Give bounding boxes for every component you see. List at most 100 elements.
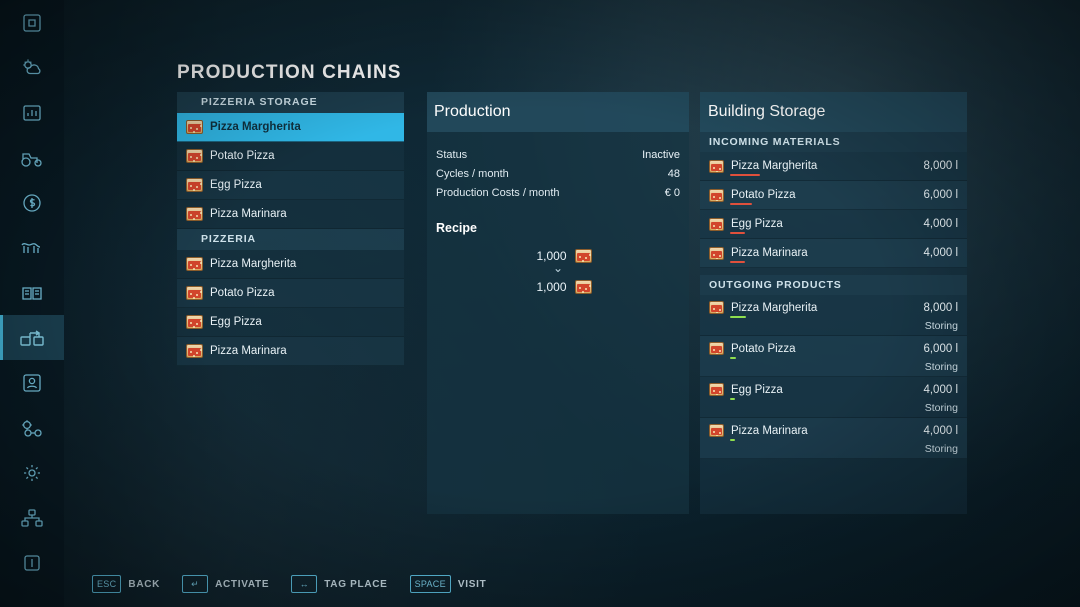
sidebar-item-production-chains[interactable] — [0, 315, 64, 360]
ai-workers-icon[interactable] — [0, 360, 64, 405]
hint-activate-label: ACTIVATE — [215, 579, 269, 590]
hint-activate[interactable]: ↵ ACTIVATE — [182, 575, 269, 593]
group-header-pizzeria: PIZZERIA — [177, 229, 404, 250]
production-costs-label: Production Costs / month — [436, 184, 560, 203]
pizza-icon — [186, 344, 203, 358]
hint-tag-place[interactable]: ↔ TAG PLACE — [291, 575, 387, 593]
list-item-label: Potato Pizza — [210, 287, 275, 299]
fill-bar — [730, 232, 745, 234]
outgoing-name: Pizza Margherita — [731, 302, 916, 314]
list-item[interactable]: Pizza Marinara — [177, 200, 404, 229]
list-item[interactable]: Egg Pizza — [177, 171, 404, 200]
vehicle-settings-icon[interactable] — [0, 405, 64, 450]
fill-bar — [730, 261, 745, 263]
pizza-icon — [186, 286, 203, 300]
recipe-output-amount: 1,000 — [525, 280, 567, 294]
game-settings-icon[interactable] — [0, 450, 64, 495]
production-costs-value: € 0 — [665, 184, 680, 203]
key-arrows: ↔ — [291, 575, 317, 593]
pizza-icon — [575, 249, 592, 263]
chevron-down-icon: ⌄ — [427, 263, 689, 273]
list-item[interactable]: Pizza Margherita — [177, 250, 404, 279]
outgoing-name: Egg Pizza — [731, 384, 916, 396]
pizza-icon — [709, 301, 724, 314]
key-space: SPACE — [410, 575, 451, 593]
pizza-icon — [575, 280, 592, 294]
inventory-name: Egg Pizza — [731, 218, 916, 230]
production-panel-title: Production — [427, 92, 689, 132]
pizza-icon — [709, 189, 724, 202]
pizza-icon — [186, 207, 203, 221]
outgoing-name: Pizza Marinara — [731, 425, 916, 437]
inventory-row: Pizza Marinara 4,000 l — [700, 239, 967, 268]
production-status-row: Status Inactive — [427, 146, 689, 165]
fill-bar — [730, 439, 735, 441]
production-cycles-value: 48 — [668, 165, 680, 184]
outgoing-row: Pizza Marinara 4,000 l Storing — [700, 418, 967, 459]
fill-bar — [730, 316, 746, 318]
production-costs-row: Production Costs / month € 0 — [427, 184, 689, 203]
pizza-icon — [186, 120, 203, 134]
inventory-name: Pizza Margherita — [731, 160, 916, 172]
outgoing-status: Storing — [700, 361, 967, 376]
group-header-pizzeria-storage: PIZZERIA STORAGE — [177, 92, 404, 113]
pizza-icon — [709, 247, 724, 260]
inventory-row: Pizza Margherita 8,000 l — [700, 152, 967, 181]
hint-back[interactable]: ESC BACK — [92, 575, 160, 593]
hint-tag-place-label: TAG PLACE — [324, 579, 387, 590]
inventory-name: Potato Pizza — [731, 189, 916, 201]
list-item[interactable]: Potato Pizza — [177, 279, 404, 308]
weather-icon[interactable] — [0, 45, 64, 90]
outgoing-status: Storing — [700, 320, 967, 335]
contracts-icon[interactable] — [0, 270, 64, 315]
pizza-icon — [709, 424, 724, 437]
outgoing-status: Storing — [700, 402, 967, 417]
fill-bar — [730, 357, 736, 359]
pizza-icon — [186, 257, 203, 271]
outgoing-status: Storing — [700, 443, 967, 458]
pizza-icon — [709, 160, 724, 173]
fill-bar — [730, 174, 760, 176]
list-item[interactable]: Pizza Marinara — [177, 337, 404, 366]
pizza-icon — [186, 149, 203, 163]
list-item[interactable]: Egg Pizza — [177, 308, 404, 337]
recipe-output-row: 1,000 — [427, 280, 689, 294]
production-cycles-label: Cycles / month — [436, 165, 509, 184]
production-panel: Production Status Inactive Cycles / mont… — [427, 92, 689, 514]
list-item[interactable]: Pizza Margherita — [177, 113, 404, 142]
production-cycles-row: Cycles / month 48 — [427, 165, 689, 184]
pizza-icon — [186, 315, 203, 329]
finances-icon[interactable] — [0, 180, 64, 225]
list-item-label: Egg Pizza — [210, 316, 262, 328]
pizza-icon — [709, 383, 724, 396]
pizza-icon — [709, 342, 724, 355]
list-item-label: Egg Pizza — [210, 179, 262, 191]
sidebar-icon-rail — [0, 0, 64, 607]
incoming-materials-header: INCOMING MATERIALS — [700, 132, 967, 152]
outgoing-products-header: OUTGOING PRODUCTS — [700, 275, 967, 295]
statistics-icon[interactable] — [0, 90, 64, 135]
hint-visit-label: VISIT — [458, 579, 487, 590]
fill-bar — [730, 398, 735, 400]
map-overview-icon[interactable] — [0, 0, 64, 45]
outgoing-amount: 8,000 l — [923, 302, 958, 314]
building-storage-title: Building Storage — [700, 92, 967, 132]
outgoing-row: Pizza Margherita 8,000 l Storing — [700, 295, 967, 336]
inventory-amount: 4,000 l — [923, 218, 958, 230]
list-item[interactable]: Potato Pizza — [177, 142, 404, 171]
list-item-label: Pizza Margherita — [210, 258, 296, 270]
outgoing-name: Potato Pizza — [731, 343, 916, 355]
animals-icon[interactable] — [0, 225, 64, 270]
list-item-label: Pizza Marinara — [210, 345, 287, 357]
list-item-label: Potato Pizza — [210, 150, 275, 162]
pizza-icon — [186, 178, 203, 192]
hint-visit[interactable]: SPACE VISIT — [410, 575, 487, 593]
outgoing-amount: 4,000 l — [923, 425, 958, 437]
outgoing-amount: 4,000 l — [923, 384, 958, 396]
vehicles-icon[interactable] — [0, 135, 64, 180]
multiplayer-icon[interactable] — [0, 495, 64, 540]
production-list-panel: PIZZERIA STORAGE Pizza Margherita Potato… — [177, 92, 404, 366]
page-title: PRODUCTION CHAINS — [177, 62, 402, 84]
recipe-label: Recipe — [427, 221, 689, 235]
key-enter: ↵ — [182, 575, 208, 593]
